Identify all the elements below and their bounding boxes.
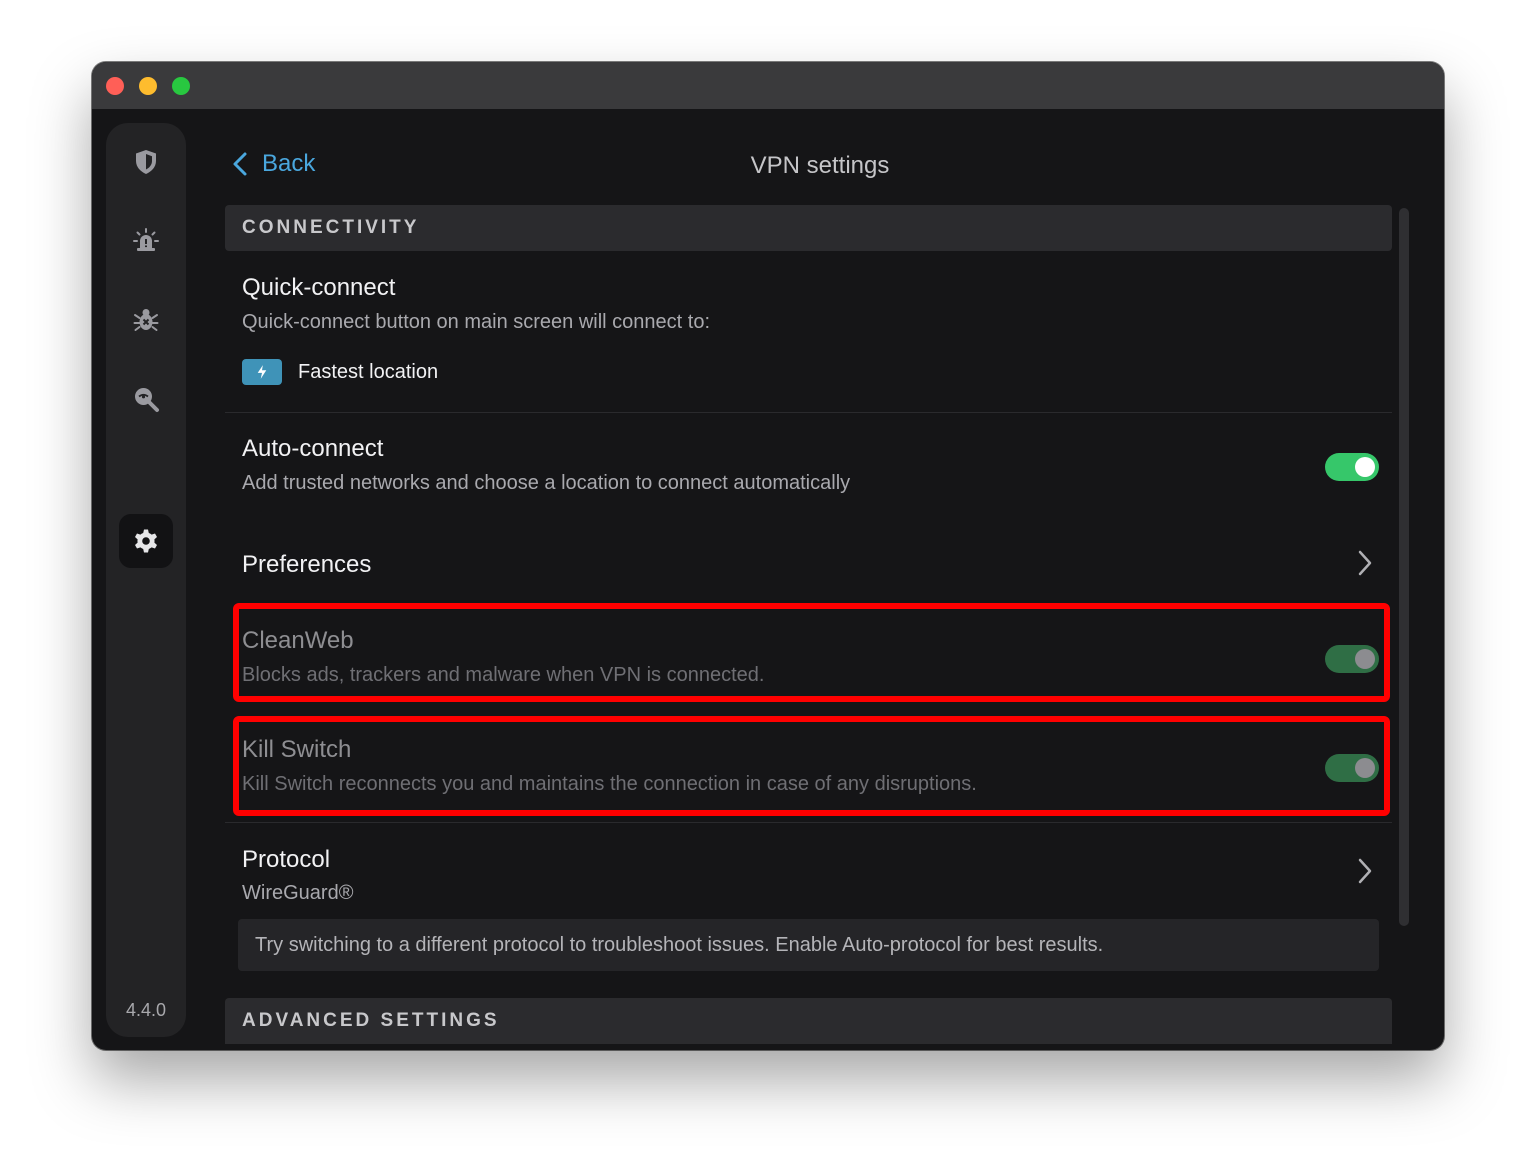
highlight-box (233, 603, 1390, 702)
protocol-hint: Try switching to a different protocol to… (238, 919, 1379, 971)
quick-connect-title: Quick-connect (242, 274, 396, 301)
sidebar-item-vpn[interactable] (119, 135, 173, 189)
back-button[interactable]: Back (230, 150, 315, 178)
app-window: 4.4.0 Back VPN settings CONNECTIVITY Qui… (92, 62, 1444, 1050)
minimize-window-button[interactable] (139, 77, 157, 95)
gear-icon (135, 529, 157, 553)
back-label: Back (262, 150, 316, 177)
sidebar: 4.4.0 (106, 123, 186, 1037)
quick-connect-option[interactable]: Fastest location (242, 359, 438, 385)
close-window-button[interactable] (106, 77, 124, 95)
sidebar-item-alert[interactable] (119, 214, 173, 268)
quick-connect-option-label: Fastest location (298, 360, 439, 383)
auto-connect-title: Auto-connect (242, 435, 384, 462)
page-title: VPN settings (750, 152, 890, 179)
protocol-value: WireGuard® (242, 882, 354, 904)
sidebar-item-search[interactable] (119, 372, 173, 426)
chevron-right-icon (1358, 550, 1372, 576)
divider (225, 412, 1392, 413)
section-header-connectivity: CONNECTIVITY (225, 205, 1392, 251)
search-icon (135, 388, 159, 412)
chevron-right-icon (1358, 858, 1372, 884)
highlight-box (233, 716, 1390, 816)
quick-connect-desc: Quick-connect button on main screen will… (242, 311, 711, 333)
toggle-knob (1355, 457, 1375, 477)
auto-connect-toggle[interactable] (1325, 453, 1379, 481)
scrollbar[interactable] (1399, 208, 1409, 926)
maximize-window-button[interactable] (172, 77, 190, 95)
divider (225, 822, 1392, 823)
shield-icon (136, 150, 156, 174)
bug-icon (133, 309, 159, 331)
sidebar-item-antivirus[interactable] (119, 293, 173, 347)
protocol-title: Protocol (242, 846, 331, 873)
preferences-title: Preferences (242, 551, 372, 578)
lightning-icon (242, 359, 282, 385)
title-bar (92, 62, 1444, 109)
chevron-left-icon (233, 152, 247, 176)
sidebar-item-settings[interactable] (119, 514, 173, 568)
app-version: 4.4.0 (125, 1000, 167, 1020)
alert-icon (133, 228, 159, 251)
auto-connect-desc: Add trusted networks and choose a locati… (242, 472, 851, 494)
section-header-advanced: ADVANCED SETTINGS (225, 998, 1392, 1044)
